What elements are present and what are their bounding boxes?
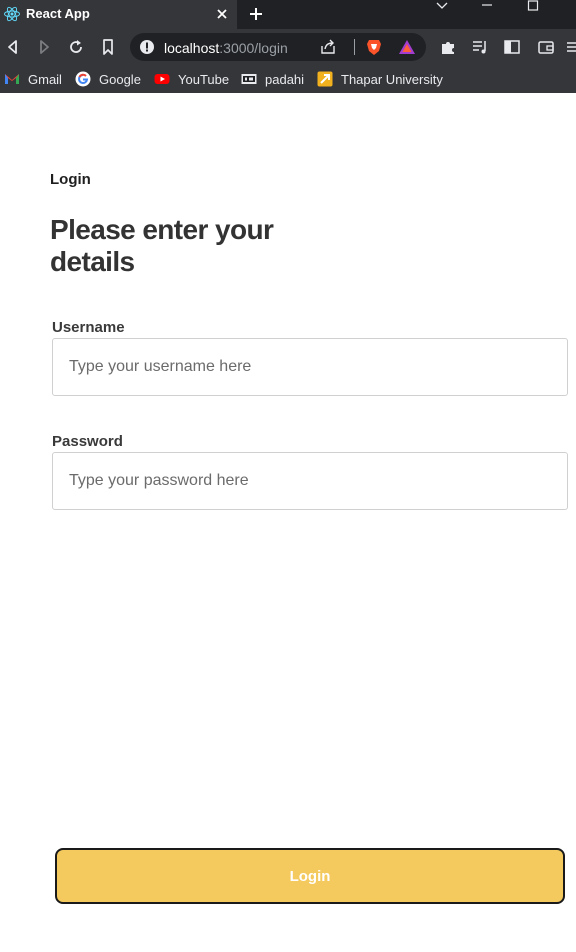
bookmark-label: Gmail [28, 71, 62, 87]
thapar-icon [317, 71, 333, 87]
gmail-icon [5, 74, 19, 84]
bookmark-google[interactable]: Google [75, 70, 141, 88]
tab-strip: React App [0, 0, 576, 29]
back-icon[interactable] [4, 38, 22, 56]
bookmark-label: YouTube [178, 71, 230, 87]
google-icon [75, 71, 91, 87]
site-info-icon[interactable] [139, 39, 155, 55]
browser-toolbar: localhost:3000/login [0, 29, 576, 65]
react-icon [4, 6, 20, 22]
page-heading: Please enter your details [50, 214, 274, 277]
bookmarks-bar: Gmail Google YouTube padahi Thapar Unive… [0, 65, 576, 93]
address-bar-divider [354, 39, 355, 55]
bookmark-gmail[interactable]: Gmail [4, 70, 62, 88]
share-icon[interactable] [319, 38, 337, 56]
reload-icon[interactable] [67, 38, 85, 56]
wallet-icon[interactable] [537, 38, 555, 56]
browser-tab[interactable]: React App [0, 0, 237, 29]
menu-icon[interactable] [566, 38, 576, 56]
forward-icon[interactable] [35, 38, 53, 56]
bookmark-padahi[interactable]: padahi [241, 70, 304, 88]
padahi-icon [241, 74, 257, 84]
tab-title: React App [26, 6, 90, 21]
brave-shields-icon[interactable] [365, 38, 383, 56]
playlist-icon[interactable] [471, 38, 489, 56]
new-tab-icon[interactable] [247, 5, 265, 23]
brave-rewards-icon[interactable] [398, 38, 416, 56]
url-host: localhost [164, 40, 220, 56]
youtube-icon [154, 74, 170, 84]
close-tab-icon[interactable] [214, 6, 230, 22]
bookmark-youtube[interactable]: YouTube [154, 70, 229, 88]
bookmark-label: Google [99, 71, 141, 87]
maximize-icon[interactable] [524, 0, 542, 14]
extensions-icon[interactable] [439, 38, 457, 56]
bookmark-thapar-university[interactable]: Thapar University [317, 70, 443, 88]
username-input[interactable] [52, 338, 568, 396]
minimize-icon[interactable] [478, 0, 496, 14]
password-input[interactable] [52, 452, 568, 510]
url-path: :3000/login [219, 40, 288, 56]
login-button[interactable]: Login [55, 848, 565, 904]
sidebar-icon[interactable] [503, 38, 521, 56]
address-bar[interactable]: localhost:3000/login [130, 33, 426, 61]
bookmark-label: Thapar University [341, 71, 443, 87]
username-label: Username [52, 319, 125, 336]
bookmark-icon[interactable] [99, 38, 117, 56]
login-page: Login Please enter your details Username… [0, 93, 576, 952]
tab-search-chevron-icon[interactable] [433, 0, 451, 14]
bookmark-label: padahi [265, 71, 305, 87]
page-breadcrumb: Login [50, 171, 91, 188]
url-text: localhost:3000/login [164, 40, 288, 56]
password-label: Password [52, 433, 123, 450]
